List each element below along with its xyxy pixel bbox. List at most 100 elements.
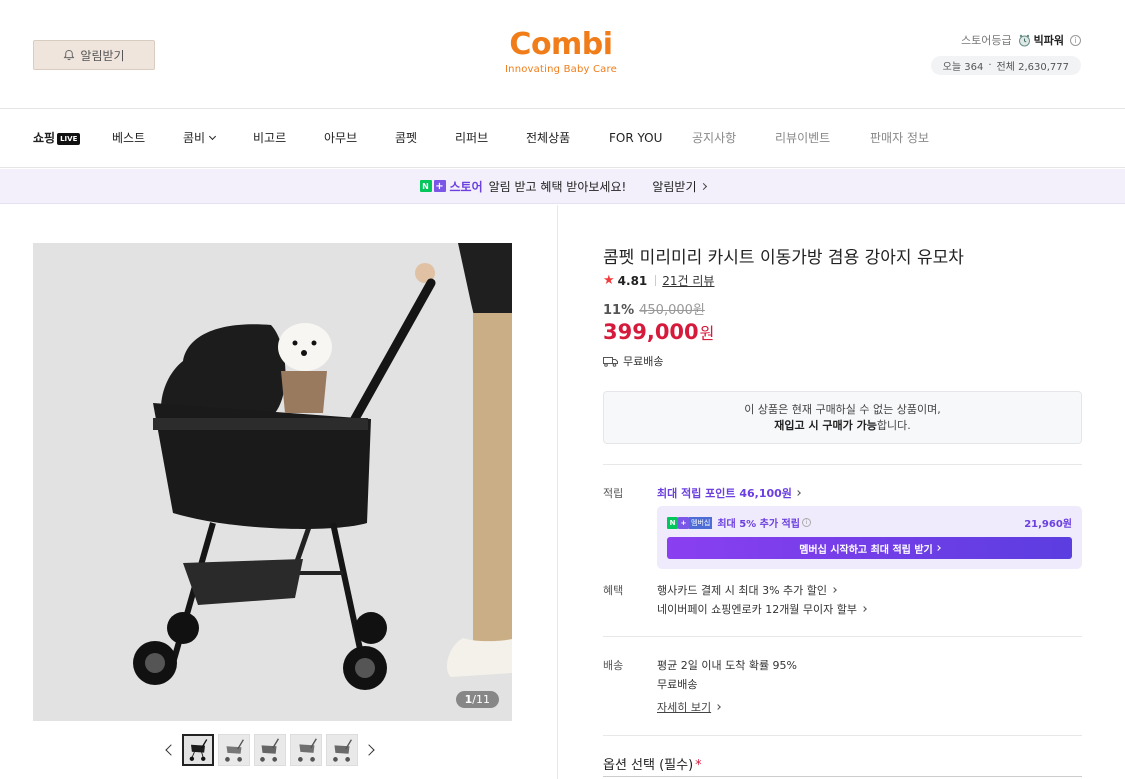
delivery-detail-link[interactable]: 자세히 보기 xyxy=(657,699,721,715)
banner-alarm-link[interactable]: 알림받기 xyxy=(652,178,707,195)
truck-icon xyxy=(603,356,618,367)
membership-text: 최대 5% 추가 적립 xyxy=(717,519,800,530)
product-rating: ★ 4.81 21건 리뷰 xyxy=(603,272,714,289)
visitors-today: 오늘 364 xyxy=(942,62,984,73)
chevron-right-icon xyxy=(934,545,941,551)
store-grade-value-wrap: 빅파워 xyxy=(1018,32,1064,48)
shipping-label: 무료배송 xyxy=(623,355,664,368)
soldout-notice: 이 상품은 현재 구매하실 수 없는 상품이며, 재입고 시 구매가 가능합니다… xyxy=(603,391,1082,444)
banner-message: 알림 받고 혜택 받아보세요! xyxy=(488,179,627,194)
thumbnail-5[interactable] xyxy=(326,734,358,766)
product-main-image[interactable]: 1/11 xyxy=(33,243,512,721)
chevron-right-icon xyxy=(831,587,837,593)
info-icon[interactable]: i xyxy=(801,518,811,527)
image-counter: 1/11 xyxy=(455,691,499,708)
image-total: /11 xyxy=(472,693,490,706)
membership-amount: 21,960원 xyxy=(1024,519,1072,530)
rating-score: 4.81 xyxy=(617,273,648,288)
chevron-down-icon xyxy=(209,132,217,141)
soldout-rest: 합니다. xyxy=(876,419,911,432)
section-divider xyxy=(603,636,1082,637)
soldout-line-1: 이 상품은 현재 구매하실 수 없는 상품이며, xyxy=(744,403,941,416)
chevron-right-icon xyxy=(699,182,707,190)
option-title-text: 옵션 선택 (필수) xyxy=(603,758,694,773)
delivery-eta: 평균 2일 이내 도착 확률 95% xyxy=(657,659,798,672)
installment-benefit-link[interactable]: 네이버페이 쇼핑엔로카 12개월 무이자 할부 xyxy=(657,601,867,617)
stroller-thumb xyxy=(327,735,357,765)
stroller-thumb xyxy=(184,736,212,764)
nav-label: 쇼핑 xyxy=(33,131,56,145)
chevron-left-icon xyxy=(165,744,177,756)
alarm-label: 알림받기 xyxy=(80,48,125,63)
thumbnail-3[interactable] xyxy=(254,734,286,766)
review-count-link[interactable]: 21건 리뷰 xyxy=(662,272,714,289)
store-grade-value: 빅파워 xyxy=(1033,34,1064,47)
benefits-label: 혜택 xyxy=(603,584,624,597)
nav-item-amove[interactable]: 아무브 xyxy=(324,109,357,168)
chevron-right-icon xyxy=(795,490,801,496)
stroller-thumb xyxy=(255,735,285,765)
stroller-thumb xyxy=(219,735,249,765)
membership-row: N + 멤버십 최대 5% 추가 적립 i 21,960원 xyxy=(667,515,1072,530)
info-icon[interactable]: i xyxy=(1070,34,1081,46)
nav-item-compet[interactable]: 콤펫 xyxy=(395,109,417,168)
membership-button-label: 멤버십 시작하고 최대 적립 받기 xyxy=(799,544,933,556)
nav-item-combi[interactable]: 콤비 xyxy=(183,109,217,168)
nav-item-notice[interactable]: 공지사항 xyxy=(692,109,736,168)
membership-box: N + 멤버십 최대 5% 추가 적립 i 21,960원 멤버십 시작하고 최대 … xyxy=(657,506,1082,569)
nav-item-for-you[interactable]: FOR YOU xyxy=(609,109,662,168)
section-divider xyxy=(603,464,1082,465)
product-title: 콤펫 미리미리 카시트 이동가방 겸용 강아지 유모차 xyxy=(603,248,964,268)
star-icon: ★ xyxy=(603,273,615,288)
nav-item-shopping-live[interactable]: 쇼핑 LIVE xyxy=(33,109,81,168)
nav-item-all-products[interactable]: 전체상품 xyxy=(526,109,570,168)
store-grade-label: 스토어등급 xyxy=(961,34,1012,47)
naver-n-icon: N xyxy=(667,516,678,529)
category-nav: 쇼핑 LIVE 베스트 콤비 비고르 아무브 콤펫 리퍼브 전체상품 FOR Y… xyxy=(0,109,1125,168)
store-logo[interactable]: Combi Innovating Baby Care xyxy=(496,27,626,76)
price-unit: 원 xyxy=(699,324,715,343)
thumbnail-2[interactable] xyxy=(218,734,250,766)
membership-start-button[interactable]: 멤버십 시작하고 최대 적립 받기 xyxy=(667,537,1072,559)
alarm-button[interactable]: 알림받기 xyxy=(33,40,155,70)
option-select-title: 옵션 선택 (필수) * xyxy=(603,754,702,773)
divider xyxy=(655,275,657,286)
clock-badge-icon xyxy=(1018,34,1030,46)
soldout-line-2: 재입고 시 구매가 가능합니다. xyxy=(604,418,1081,434)
chevron-right-icon xyxy=(363,744,375,756)
alarm-banner: N + 스토어 알림 받고 혜택 받아보세요! 알림받기 xyxy=(0,169,1125,204)
naver-n-icon: N xyxy=(419,180,432,192)
thumbnail-4[interactable] xyxy=(290,734,322,766)
nav-item-seller-info[interactable]: 판매자 정보 xyxy=(870,109,929,168)
chevron-right-icon xyxy=(861,606,867,612)
max-points-link[interactable]: 최대 적립 포인트 46,100원 xyxy=(657,485,801,501)
section-divider xyxy=(603,735,1082,736)
thumbnail-strip xyxy=(160,733,380,767)
naver-membership-badge: N + 멤버십 xyxy=(667,516,713,529)
dot-separator: · xyxy=(988,60,992,71)
required-mark: * xyxy=(695,758,702,773)
max-points-text: 최대 적립 포인트 46,100원 xyxy=(657,487,792,500)
delivery-fee: 무료배송 xyxy=(657,678,698,691)
card-benefit-text: 행사카드 결제 시 최대 3% 추가 할인 xyxy=(657,584,827,597)
visitor-count: 오늘 364 · 전체 2,630,777 xyxy=(930,56,1081,75)
nav-item-best[interactable]: 베스트 xyxy=(112,109,145,168)
points-label: 적립 xyxy=(603,487,624,500)
thumbnail-next-button[interactable] xyxy=(362,733,380,767)
nav-item-refurb[interactable]: 리퍼브 xyxy=(455,109,488,168)
soldout-emphasis: 재입고 시 구매가 가능 xyxy=(774,419,877,432)
original-price: 450,000원 xyxy=(639,303,705,318)
detail-link-label: 자세히 보기 xyxy=(657,701,712,714)
thumbnail-1[interactable] xyxy=(182,734,214,766)
naver-plus-store-logo: N + 스토어 xyxy=(419,178,483,195)
nav-item-bigor[interactable]: 비고르 xyxy=(253,109,286,168)
card-benefit-link[interactable]: 행사카드 결제 시 최대 3% 추가 할인 xyxy=(657,582,837,598)
stroller-photo xyxy=(33,243,512,721)
thumbnail-prev-button[interactable] xyxy=(160,733,178,767)
live-badge: LIVE xyxy=(57,132,81,145)
logo-wordmark: Combi xyxy=(509,27,613,62)
membership-badge-text: 멤버십 xyxy=(689,516,713,529)
store-grade: 스토어등급 빅파워 i xyxy=(961,32,1081,48)
bell-plus-icon xyxy=(64,49,75,61)
nav-item-review-event[interactable]: 리뷰이벤트 xyxy=(775,109,830,168)
